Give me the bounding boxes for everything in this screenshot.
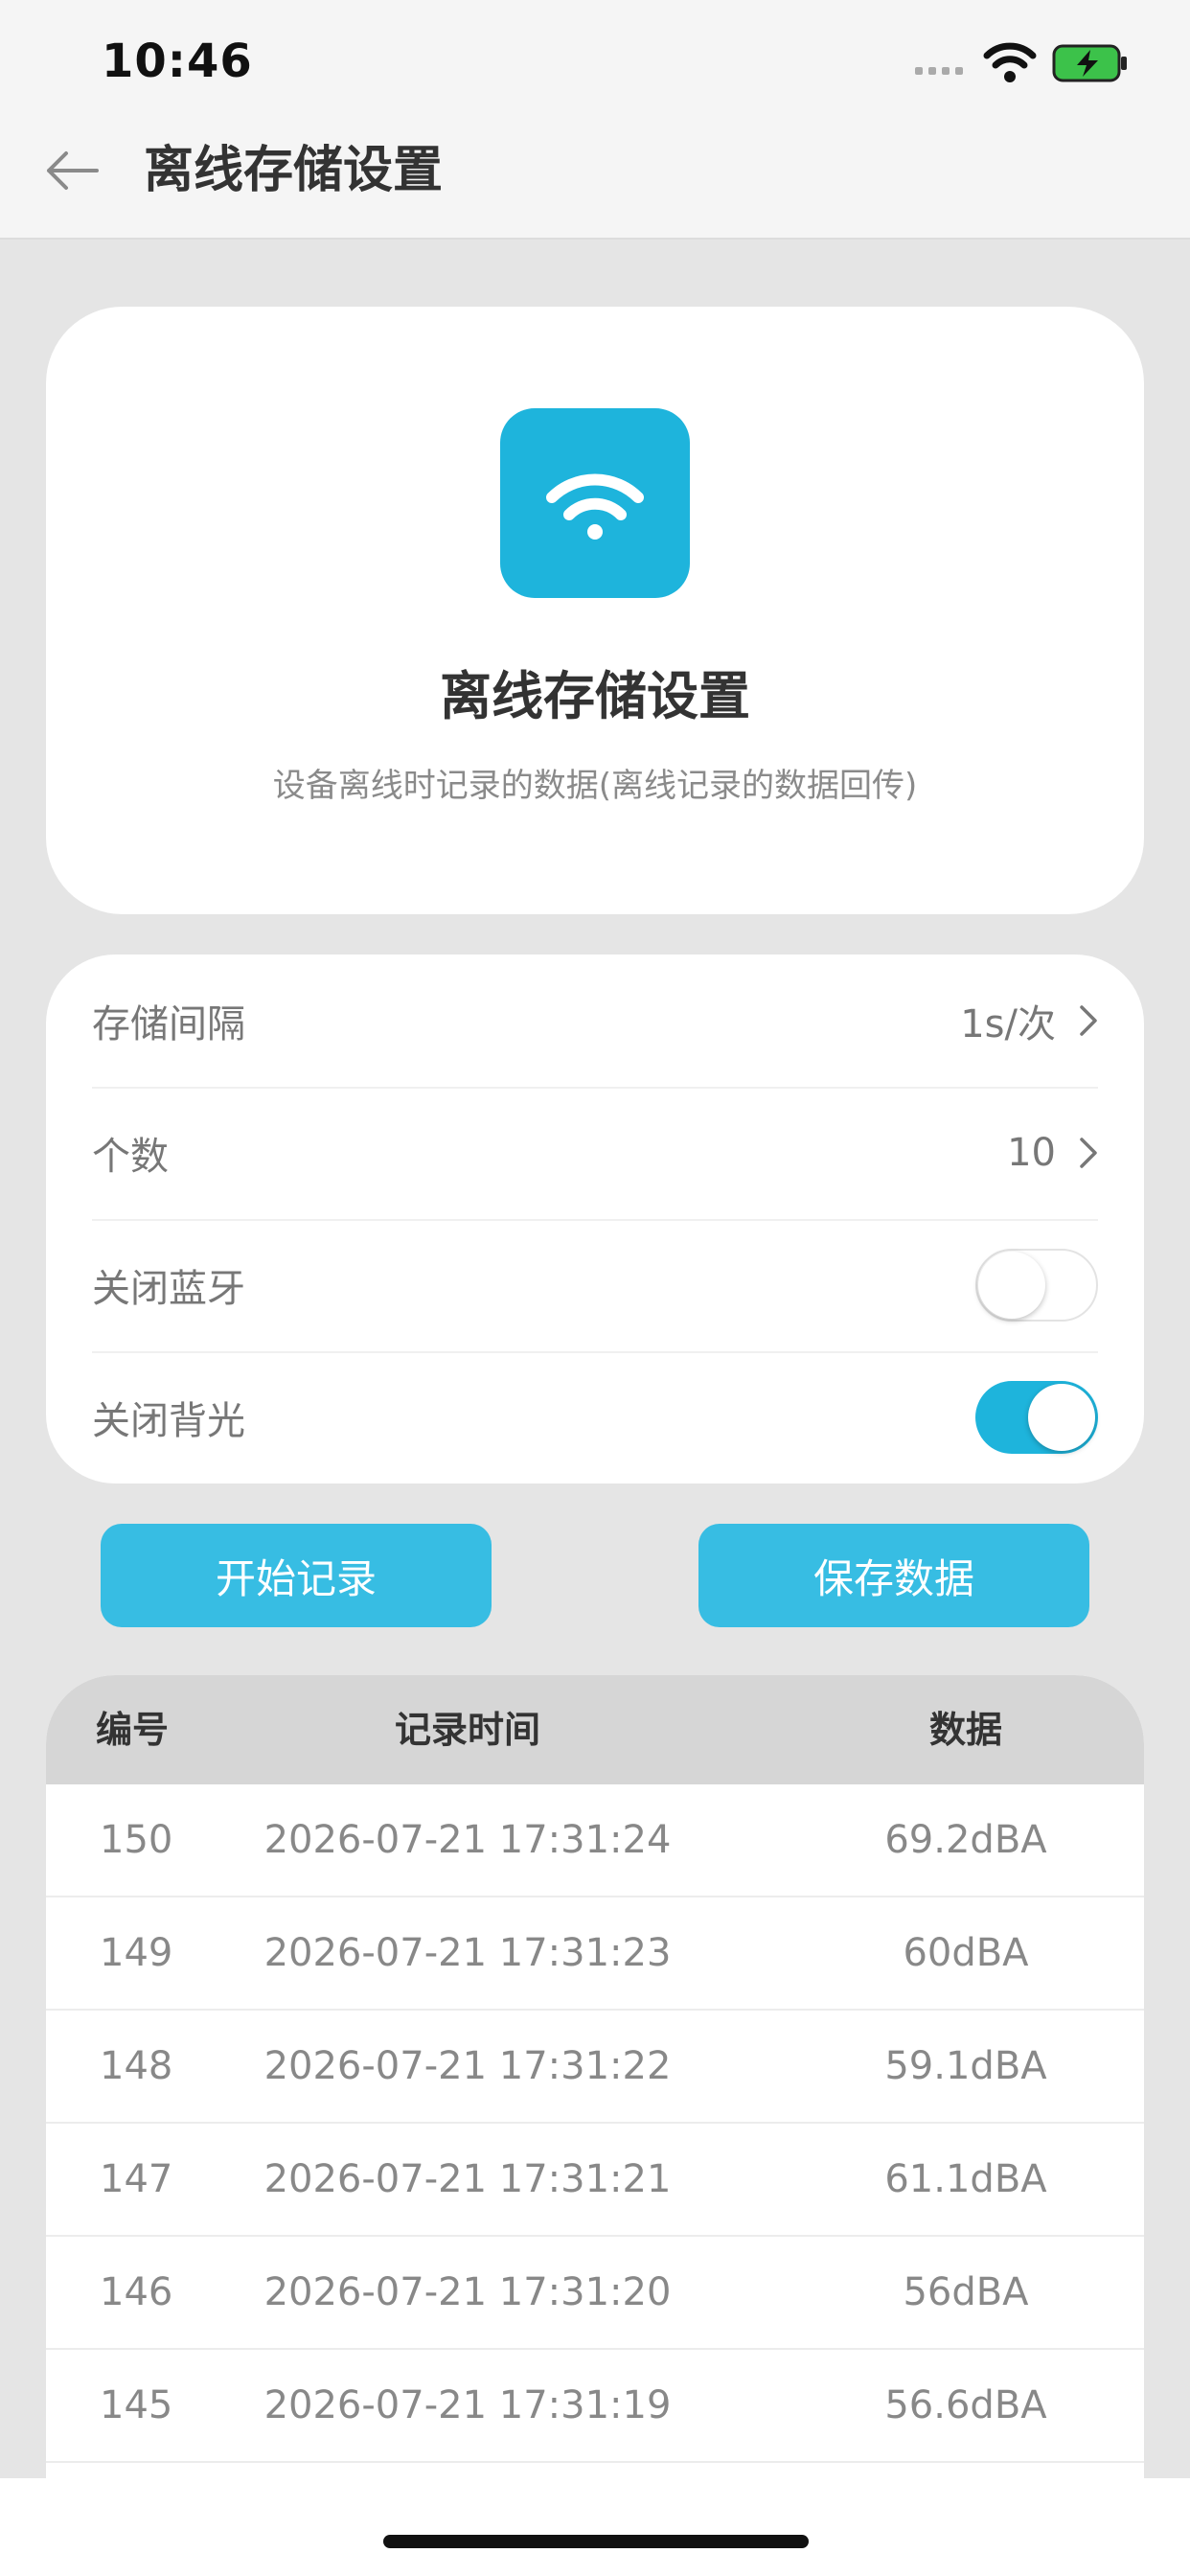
cell-data: 61.1dBA <box>884 2157 1047 2201</box>
table-row: 148 2026-07-21 17:31:22 59.1dBA <box>46 2011 1144 2124</box>
bluetooth-toggle[interactable] <box>975 1249 1098 1322</box>
chevron-right-icon <box>1080 1005 1097 1036</box>
cell-id: 147 <box>100 2157 173 2201</box>
count-value: 10 <box>1007 1131 1056 1175</box>
top-bar: 10:46 离线存储设置 <box>0 0 1190 240</box>
backlight-label: 关闭背光 <box>92 1399 245 1443</box>
interval-label: 存储间隔 <box>92 1002 245 1046</box>
wifi-icon <box>546 473 644 540</box>
start-record-button[interactable]: 开始记录 <box>101 1524 492 1627</box>
table-header: 编号 记录时间 数据 <box>46 1675 1144 1784</box>
info-card: 离线存储设置 设备离线时记录的数据(离线记录的数据回传) <box>46 307 1144 914</box>
back-button[interactable] <box>38 140 105 201</box>
cellular-signal-icon <box>915 67 963 75</box>
header-data: 数据 <box>928 1709 1002 1751</box>
setting-row-backlight: 关闭背光 <box>92 1351 1098 1484</box>
table-row: 150 2026-07-21 17:31:24 69.2dBA <box>46 1784 1144 1898</box>
arrow-left-icon <box>47 151 99 190</box>
table-row: 146 2026-07-21 17:31:20 56dBA <box>46 2237 1144 2350</box>
status-time: 10:46 <box>102 34 253 88</box>
cell-time: 2026-07-21 17:31:23 <box>263 1931 672 1975</box>
save-data-button[interactable]: 保存数据 <box>698 1524 1089 1627</box>
count-label: 个数 <box>92 1135 169 1179</box>
setting-row-bluetooth: 关闭蓝牙 <box>92 1219 1098 1353</box>
hero-title: 离线存储设置 <box>440 666 750 726</box>
interval-value: 1s/次 <box>960 1002 1056 1046</box>
cell-data: 56dBA <box>903 2270 1029 2314</box>
backlight-toggle[interactable] <box>975 1381 1098 1454</box>
hero-subtitle: 设备离线时记录的数据(离线记录的数据回传) <box>272 767 918 805</box>
toggle-knob <box>978 1252 1045 1319</box>
cell-data: 69.2dBA <box>884 1818 1047 1862</box>
bluetooth-label: 关闭蓝牙 <box>92 1267 245 1311</box>
cell-time: 2026-07-21 17:31:21 <box>263 2157 672 2201</box>
home-indicator[interactable] <box>383 2535 809 2548</box>
cell-data: 59.1dBA <box>884 2044 1047 2088</box>
hero-icon-tile <box>500 408 690 598</box>
settings-card: 存储间隔 1s/次 个数 10 关闭蓝牙 关闭背光 <box>46 954 1144 1484</box>
toggle-knob <box>1028 1384 1095 1451</box>
records-table: 编号 记录时间 数据 150 2026-07-21 17:31:24 69.2d… <box>46 1675 1144 2480</box>
table-row: 149 2026-07-21 17:31:23 60dBA <box>46 1898 1144 2011</box>
cell-time: 2026-07-21 17:31:22 <box>263 2044 672 2088</box>
cell-id: 149 <box>100 1931 173 1975</box>
cell-time: 2026-07-21 17:31:20 <box>263 2270 672 2314</box>
cell-data: 60dBA <box>903 1931 1029 1975</box>
header-time: 记录时间 <box>394 1709 540 1751</box>
header-id: 编号 <box>96 1709 170 1751</box>
chevron-right-icon <box>1080 1138 1097 1168</box>
battery-charging-icon <box>1052 44 1127 82</box>
home-indicator-area <box>0 2478 1190 2576</box>
cell-data: 56.6dBA <box>884 2383 1047 2427</box>
setting-row-interval[interactable]: 存储间隔 1s/次 <box>92 954 1098 1089</box>
table-row: 145 2026-07-21 17:31:19 56.6dBA <box>46 2350 1144 2463</box>
setting-row-count[interactable]: 个数 10 <box>92 1087 1098 1221</box>
cell-id: 148 <box>100 2044 173 2088</box>
cell-time: 2026-07-21 17:31:19 <box>263 2383 672 2427</box>
cell-id: 145 <box>100 2383 173 2427</box>
cell-id: 150 <box>100 1818 173 1862</box>
cell-time: 2026-07-21 17:31:24 <box>263 1818 672 1862</box>
wifi-status-icon <box>983 42 1037 82</box>
table-row: 147 2026-07-21 17:31:21 61.1dBA <box>46 2124 1144 2237</box>
cell-id: 146 <box>100 2270 173 2314</box>
page-title: 离线存储设置 <box>144 142 444 199</box>
